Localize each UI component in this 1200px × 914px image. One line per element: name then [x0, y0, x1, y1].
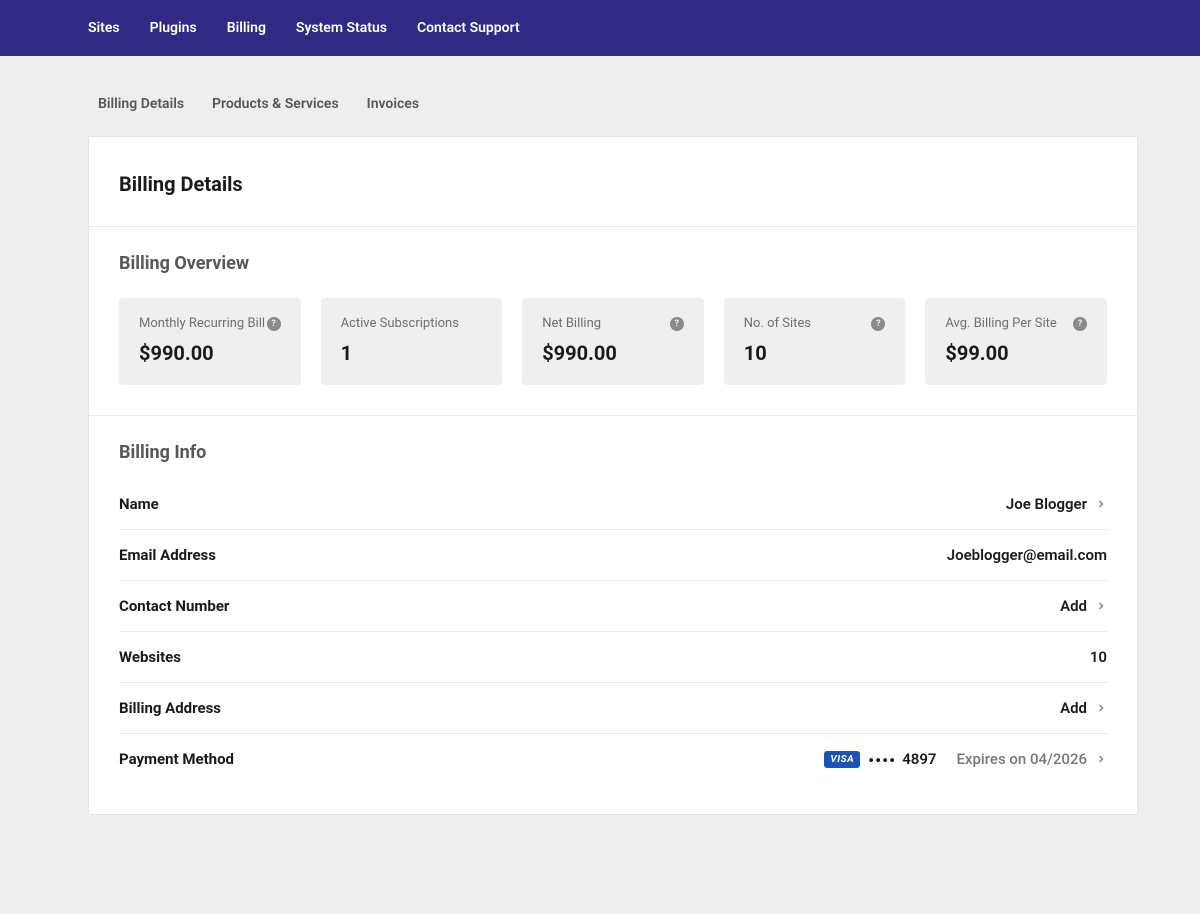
billing-card: Billing Details Billing Overview Monthly…: [88, 136, 1138, 815]
metric-monthly-recurring: Monthly Recurring Bill ? $990.00: [119, 298, 301, 385]
info-label: Websites: [119, 648, 181, 666]
info-row-contact[interactable]: Contact Number Add: [119, 581, 1107, 632]
help-icon[interactable]: ?: [670, 317, 684, 331]
metric-label: Net Billing: [542, 316, 601, 331]
billing-overview-title: Billing Overview: [119, 253, 1107, 274]
billing-info-list: Name Joe Blogger Email Address Joeblogge…: [119, 487, 1107, 784]
metric-sites: No. of Sites ? 10: [724, 298, 906, 385]
help-icon[interactable]: ?: [871, 317, 885, 331]
metric-value: 10: [744, 341, 886, 365]
metric-label: Monthly Recurring Bill: [139, 316, 265, 331]
info-row-name[interactable]: Name Joe Blogger: [119, 487, 1107, 530]
nav-contact-support[interactable]: Contact Support: [417, 20, 520, 36]
info-row-payment-method[interactable]: Payment Method VISA •••• 4897 Expires on…: [119, 734, 1107, 784]
card-last4: 4897: [902, 750, 936, 768]
info-label: Email Address: [119, 546, 216, 564]
sub-nav: Billing Details Products & Services Invo…: [0, 56, 1200, 136]
billing-overview-section: Billing Overview Monthly Recurring Bill …: [89, 227, 1137, 416]
metric-label: No. of Sites: [744, 316, 811, 331]
metric-label: Avg. Billing Per Site: [945, 316, 1056, 331]
websites-value: 10: [1090, 648, 1107, 666]
add-contact-button[interactable]: Add: [1060, 597, 1087, 615]
metric-value: $990.00: [139, 341, 281, 365]
help-icon[interactable]: ?: [267, 317, 281, 331]
name-value: Joe Blogger: [1006, 495, 1087, 513]
chevron-right-icon: [1095, 600, 1107, 612]
help-icon[interactable]: ?: [1073, 317, 1087, 331]
chevron-right-icon: [1095, 498, 1107, 510]
metric-label: Active Subscriptions: [341, 316, 459, 331]
top-nav: Sites Plugins Billing System Status Cont…: [0, 0, 1200, 56]
metric-value: 1: [341, 341, 483, 365]
metric-cards-row: Monthly Recurring Bill ? $990.00 Active …: [119, 298, 1107, 385]
nav-sites[interactable]: Sites: [88, 20, 120, 36]
nav-plugins[interactable]: Plugins: [150, 20, 197, 36]
tab-products-services[interactable]: Products & Services: [212, 96, 339, 112]
billing-info-section: Billing Info Name Joe Blogger Email Addr…: [89, 416, 1137, 814]
billing-info-title: Billing Info: [119, 442, 1107, 463]
card-mask: ••••: [868, 753, 896, 770]
info-row-websites: Websites 10: [119, 632, 1107, 683]
card-expiry: Expires on 04/2026: [956, 750, 1087, 768]
metric-active-subscriptions: Active Subscriptions 1: [321, 298, 503, 385]
billing-details-header: Billing Details: [89, 137, 1137, 227]
metric-net-billing: Net Billing ? $990.00: [522, 298, 704, 385]
visa-icon: VISA: [824, 751, 860, 768]
add-address-button[interactable]: Add: [1060, 699, 1087, 717]
info-label: Contact Number: [119, 597, 229, 615]
info-row-email: Email Address Joeblogger@email.com: [119, 530, 1107, 581]
chevron-right-icon: [1095, 753, 1107, 765]
info-label: Name: [119, 495, 159, 513]
info-row-billing-address[interactable]: Billing Address Add: [119, 683, 1107, 734]
metric-avg-billing: Avg. Billing Per Site ? $99.00: [925, 298, 1107, 385]
chevron-right-icon: [1095, 702, 1107, 714]
tab-billing-details[interactable]: Billing Details: [98, 96, 184, 112]
email-value: Joeblogger@email.com: [947, 546, 1107, 564]
info-label: Payment Method: [119, 750, 234, 768]
info-label: Billing Address: [119, 699, 221, 717]
metric-value: $99.00: [945, 341, 1087, 365]
nav-system-status[interactable]: System Status: [296, 20, 387, 36]
metric-value: $990.00: [542, 341, 684, 365]
page-title: Billing Details: [119, 172, 1107, 196]
nav-billing[interactable]: Billing: [227, 20, 266, 36]
tab-invoices[interactable]: Invoices: [367, 96, 419, 112]
